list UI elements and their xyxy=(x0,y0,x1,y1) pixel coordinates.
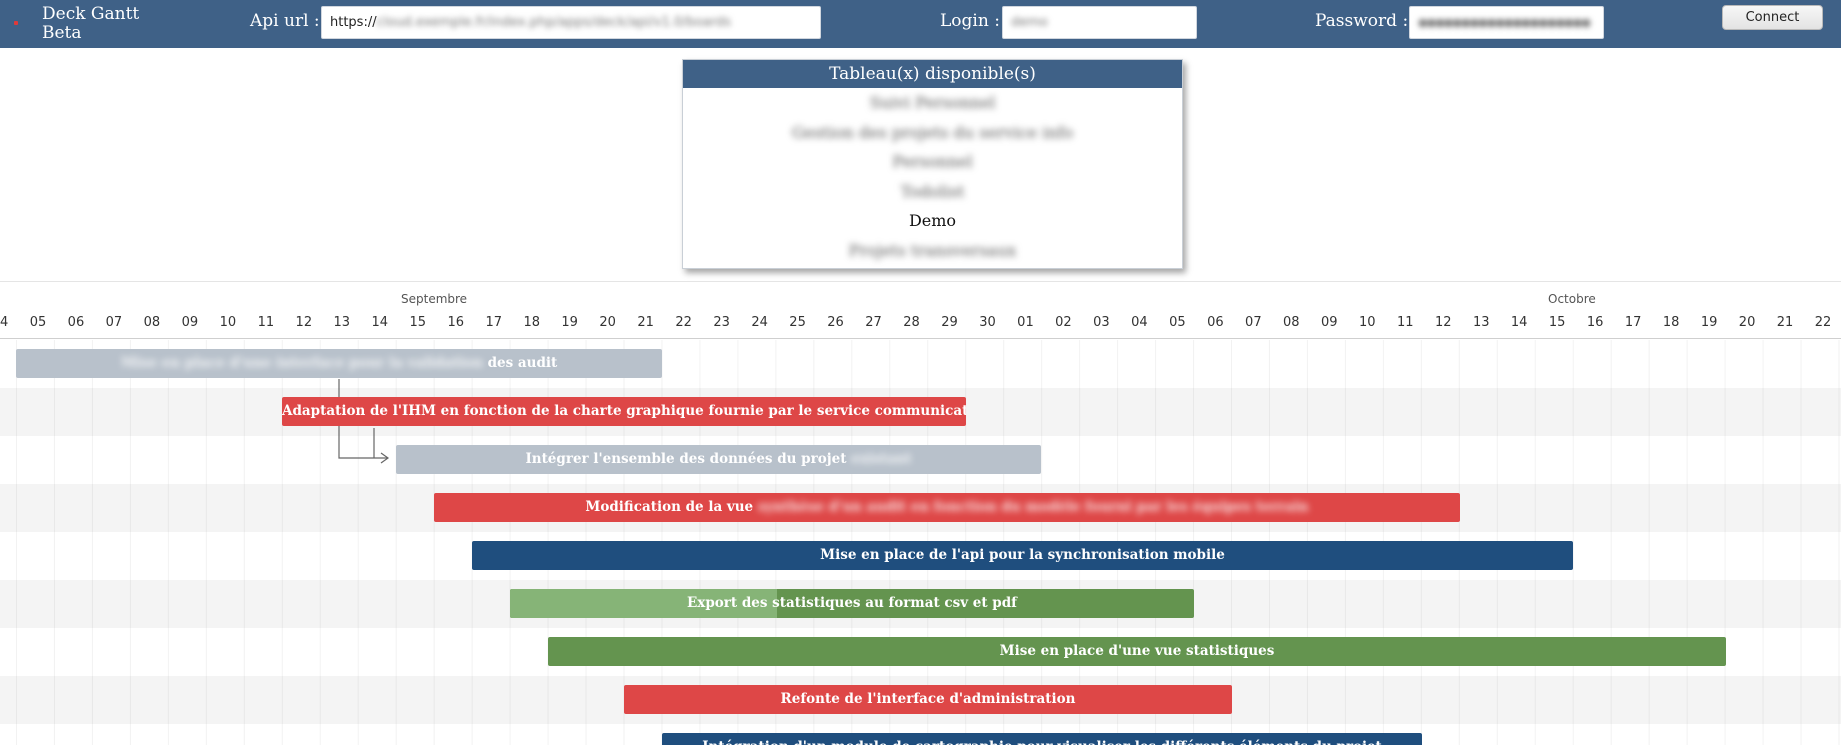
task-label-part: Refonte de l'interface d'administration xyxy=(780,691,1076,707)
task-label: Export des statistiques au format csv et… xyxy=(687,595,1017,611)
task-label: Mise en place d'une vue statistiques xyxy=(1000,643,1275,659)
task-label: Intégrer l'ensemble des données du proje… xyxy=(525,451,911,467)
logo-icon xyxy=(14,21,18,25)
task-bar[interactable]: Mise en place d'une interface pour la va… xyxy=(16,349,662,378)
api-url-value: cloud.exemple.fr/index.php/apps/deck/api… xyxy=(376,15,731,30)
board-item-label: Personnel xyxy=(892,152,973,171)
task-label-part: Mise en place d'une interface pour la va… xyxy=(120,355,483,371)
api-url-input[interactable]: https://cloud.exemple.fr/index.php/apps/… xyxy=(321,6,821,39)
task-bar[interactable]: Adaptation de l'IHM en fonction de la ch… xyxy=(282,397,966,426)
task-label-part: Intégrer l'ensemble des données du proje… xyxy=(525,451,847,467)
board-item[interactable]: Suivi Personnel xyxy=(683,88,1182,118)
password-label: Password : xyxy=(1315,11,1409,31)
board-item[interactable]: Personnel xyxy=(683,147,1182,177)
top-bar: Deck Gantt Beta Api url : https://cloud.… xyxy=(0,0,1841,48)
password-value: ●●●●●●●●●●●●●●●●●●●● xyxy=(1418,16,1591,29)
task-label: Refonte de l'interface d'administration xyxy=(781,691,1076,707)
task-label: Adaptation de l'IHM en fonction de la ch… xyxy=(282,403,966,419)
task-bar[interactable]: Mise en place de l'api pour la synchroni… xyxy=(472,541,1573,570)
task-bar[interactable]: Export des statistiques au format csv et… xyxy=(510,589,1194,618)
app-title: Deck Gantt Beta xyxy=(42,5,139,43)
task-label: Intégration d'un module de cartographie … xyxy=(702,739,1382,745)
task-bar[interactable]: Refonte de l'interface d'administration xyxy=(624,685,1232,714)
board-item-label: Todolist xyxy=(900,181,965,201)
task-bar[interactable]: Modification de la vue synthèse d'un aud… xyxy=(434,493,1460,522)
boards-panel: Tableau(x) disponible(s) Suivi Personnel… xyxy=(682,59,1183,269)
task-label-part: synthèse d'un audit en fonction du modèl… xyxy=(757,499,1309,515)
api-url-label: Api url : xyxy=(250,11,320,31)
board-item[interactable]: Demo xyxy=(683,206,1182,236)
gantt-chart: Septembre Octobre 0405060708091011121314… xyxy=(0,281,1841,745)
boards-list: Suivi Personnel Gestion des projets du se… xyxy=(683,88,1182,265)
password-input[interactable]: ●●●●●●●●●●●●●●●●●●●● xyxy=(1409,6,1604,39)
task-label-part: Intégration d'un module de cartographie … xyxy=(702,739,1382,745)
board-item[interactable]: Todolist xyxy=(683,177,1182,207)
task-bar[interactable]: Intégrer l'ensemble des données du proje… xyxy=(396,445,1041,474)
board-item[interactable]: Gestion des projets du service info xyxy=(683,118,1182,148)
login-value: demo xyxy=(1011,15,1048,30)
board-item-label: Projets transversaux xyxy=(848,240,1017,260)
board-item-label: Gestion des projets du service info xyxy=(791,122,1074,142)
task-bar[interactable]: Intégration d'un module de cartographie … xyxy=(662,733,1422,745)
board-item-label: Demo xyxy=(908,211,957,230)
task-label-part: des audit xyxy=(482,355,558,371)
board-item-label: Suivi Personnel xyxy=(869,93,996,112)
login-label: Login : xyxy=(940,11,1000,31)
app-name: Deck Gantt xyxy=(42,4,140,24)
connect-button[interactable]: Connect xyxy=(1722,5,1823,30)
login-input[interactable]: demo xyxy=(1002,6,1197,39)
task-label-part: Export des statistiques au format csv et… xyxy=(687,595,1017,611)
task-label-part: existant xyxy=(846,451,912,467)
task-label-part: Mise en place de l'api pour la synchroni… xyxy=(820,547,1225,563)
board-item[interactable]: Projets transversaux xyxy=(683,236,1182,266)
api-url-prefix: https:// xyxy=(330,15,377,30)
task-label-part: Mise en place d'une vue statistiques xyxy=(999,643,1275,659)
app-subtitle: Beta xyxy=(42,23,82,43)
task-label-part: Modification de la vue xyxy=(585,499,758,515)
task-label: Mise en place de l'api pour la synchroni… xyxy=(820,547,1225,563)
boards-panel-title: Tableau(x) disponible(s) xyxy=(683,60,1182,88)
task-label: Modification de la vue synthèse d'un aud… xyxy=(585,499,1308,515)
task-label: Mise en place d'une interface pour la va… xyxy=(121,355,558,371)
task-label-part: Adaptation de l'IHM en fonction de la ch… xyxy=(282,403,966,419)
task-bar[interactable]: Mise en place d'une vue statistiques xyxy=(548,637,1726,666)
